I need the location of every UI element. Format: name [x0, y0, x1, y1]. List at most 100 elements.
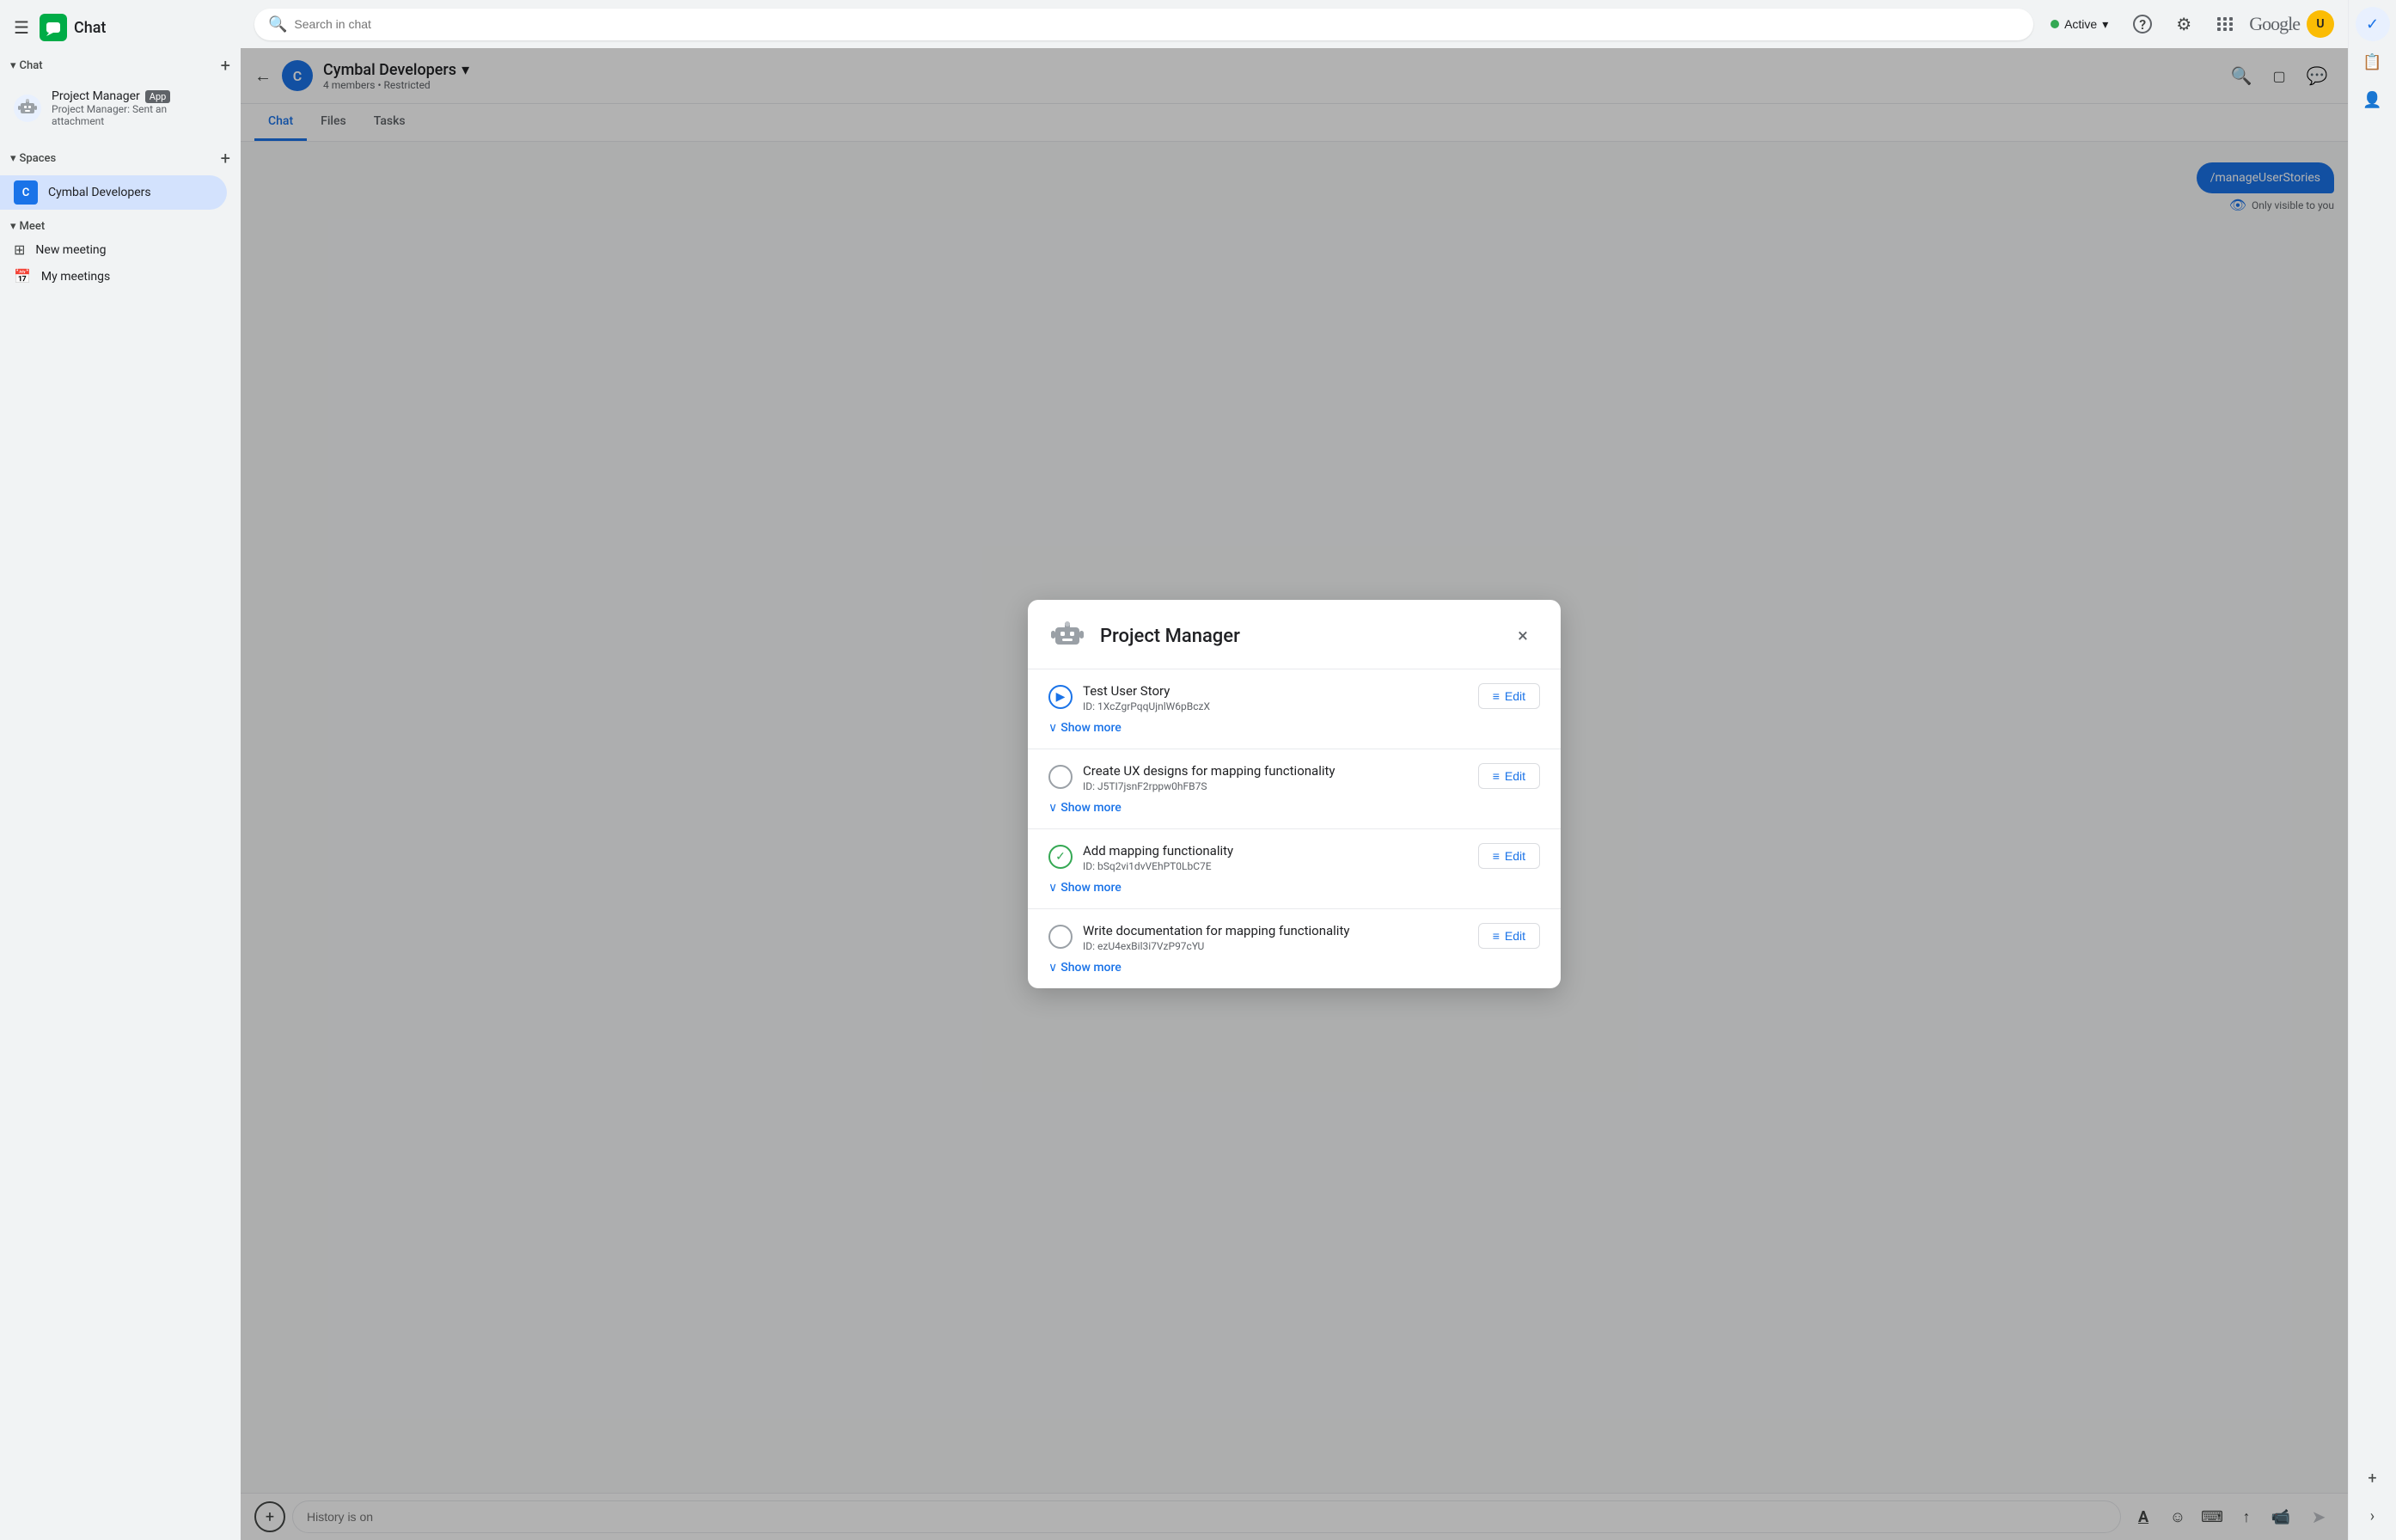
show-more-label-0: Show more — [1060, 721, 1122, 735]
right-chevron-button[interactable]: › — [2356, 1499, 2390, 1533]
edit-button-0[interactable]: ≡ Edit — [1478, 683, 1540, 709]
edit-lines-icon-2: ≡ — [1493, 849, 1500, 863]
robot-icon — [15, 96, 40, 120]
hamburger-icon[interactable]: ☰ — [14, 17, 29, 38]
chevron-down-icon-0: ∨ — [1048, 721, 1057, 735]
modal-close-button[interactable]: × — [1506, 619, 1540, 653]
meet-section-header[interactable]: ▾ Meet — [0, 217, 241, 236]
modal-item-header-1: Create UX designs for mapping functional… — [1048, 763, 1540, 792]
show-more-label-1: Show more — [1060, 801, 1122, 815]
modal-overlay: Project Manager × ▶ Test User Story ID: … — [241, 48, 2348, 1540]
edit-label-2: Edit — [1505, 849, 1525, 863]
status-chevron-icon: ▾ — [2102, 17, 2108, 32]
chat-area: ← C Cymbal Developers ▾ 4 members • Rest… — [241, 48, 2348, 1540]
show-more-0[interactable]: ∨ Show more — [1048, 721, 1540, 735]
edit-button-1[interactable]: ≡ Edit — [1478, 763, 1540, 789]
sidebar-item-cymbal-developers[interactable]: C Cymbal Developers — [0, 175, 227, 210]
right-people-icon[interactable]: 👤 — [2356, 82, 2390, 117]
spaces-section-header[interactable]: ▾ Spaces + — [0, 141, 241, 175]
show-more-label-3: Show more — [1060, 961, 1122, 975]
project-manager-name: Project Manager — [52, 89, 140, 103]
app-logo: Chat — [40, 14, 106, 41]
sidebar-item-project-manager[interactable]: Project Manager App Project Manager: Sen… — [0, 82, 227, 134]
modal-items: ▶ Test User Story ID: 1XcZgrPqqUjnlW6pBc… — [1028, 669, 1561, 988]
project-manager-avatar — [14, 95, 41, 122]
modal-header: Project Manager × — [1028, 600, 1561, 669]
modal-item-header-3: Write documentation for mapping function… — [1048, 923, 1540, 952]
apps-icon — [2217, 17, 2234, 31]
cymbal-avatar-text: C — [22, 186, 30, 199]
my-meetings-icon: 📅 — [14, 268, 31, 284]
add-chat-button[interactable]: + — [217, 52, 234, 79]
right-notes-icon[interactable]: 📋 — [2356, 45, 2390, 79]
add-space-button[interactable]: + — [217, 144, 234, 172]
show-more-3[interactable]: ∨ Show more — [1048, 961, 1540, 975]
app-title: Chat — [74, 19, 106, 37]
chat-section-label: ▾ Chat — [10, 59, 43, 72]
item-content-0: Test User Story ID: 1XcZgrPqqUjnlW6pBczX — [1083, 683, 1468, 712]
my-meetings-label: My meetings — [41, 270, 110, 284]
right-tasks-icon[interactable]: ✓ — [2356, 7, 2390, 41]
status-dot — [2051, 20, 2059, 28]
show-more-2[interactable]: ∨ Show more — [1048, 881, 1540, 895]
top-bar-actions: Active ▾ ? ⚙ — [2040, 7, 2334, 41]
close-icon: × — [1518, 626, 1528, 647]
right-add-button[interactable]: + — [2356, 1461, 2390, 1495]
spaces-section-label: ▾ Spaces — [10, 152, 56, 165]
top-bar: 🔍 Active ▾ ? ⚙ — [241, 0, 2348, 48]
search-input[interactable] — [294, 17, 2020, 31]
right-sidebar: ✓ 📋 👤 + › — [2348, 0, 2396, 1540]
chevron-down-icon-3: ∨ — [1048, 961, 1057, 975]
item-name-3: Write documentation for mapping function… — [1083, 923, 1468, 938]
sidebar: ☰ Chat ▾ Chat + — [0, 0, 241, 1540]
item-name-1: Create UX designs for mapping functional… — [1083, 763, 1468, 779]
item-id-1: ID: J5TI7jsnF2rppw0hFB7S — [1083, 780, 1468, 792]
status-button[interactable]: Active ▾ — [2040, 12, 2118, 37]
settings-button[interactable]: ⚙ — [2167, 7, 2201, 41]
item-status-icon-2: ✓ — [1048, 845, 1073, 869]
modal-title: Project Manager — [1100, 626, 1492, 647]
settings-icon: ⚙ — [2176, 14, 2191, 34]
chat-section-header[interactable]: ▾ Chat + — [0, 48, 241, 82]
help-button[interactable]: ? — [2125, 7, 2160, 41]
modal-item-header-2: ✓ Add mapping functionality ID: bSq2vi1d… — [1048, 843, 1540, 872]
right-chevron-icon: › — [2370, 1507, 2375, 1525]
chevron-down-icon: ▾ — [10, 59, 16, 72]
edit-label-3: Edit — [1505, 929, 1525, 943]
sidebar-item-my-meetings[interactable]: 📅 My meetings — [0, 263, 227, 290]
apps-button[interactable] — [2208, 7, 2242, 41]
modal-item-3: Write documentation for mapping function… — [1028, 908, 1561, 988]
modal-robot-icon — [1048, 617, 1086, 655]
user-avatar[interactable]: U — [2307, 10, 2334, 38]
people-icon: 👤 — [2362, 91, 2381, 109]
status-label: Active — [2064, 17, 2097, 31]
sidebar-item-new-meeting[interactable]: ⊞ New meeting — [0, 236, 227, 263]
show-more-label-2: Show more — [1060, 881, 1122, 895]
help-icon: ? — [2133, 15, 2152, 34]
search-container[interactable]: 🔍 — [254, 9, 2033, 40]
show-more-1[interactable]: ∨ Show more — [1048, 801, 1540, 815]
item-id-3: ID: ezU4exBil3i7VzP97cYU — [1083, 940, 1468, 952]
modal-item-0: ▶ Test User Story ID: 1XcZgrPqqUjnlW6pBc… — [1028, 669, 1561, 749]
google-logo: Google — [2249, 13, 2300, 35]
app-badge: App — [145, 90, 171, 103]
item-id-2: ID: bSq2vi1dvVEhPT0LbC7E — [1083, 860, 1468, 872]
item-content-2: Add mapping functionality ID: bSq2vi1dvV… — [1083, 843, 1468, 872]
item-name-0: Test User Story — [1083, 683, 1468, 699]
edit-button-2[interactable]: ≡ Edit — [1478, 843, 1540, 869]
item-content-3: Write documentation for mapping function… — [1083, 923, 1468, 952]
edit-lines-icon-1: ≡ — [1493, 769, 1500, 783]
item-status-icon-1 — [1048, 765, 1073, 789]
new-meeting-icon: ⊞ — [14, 241, 25, 258]
sidebar-header: ☰ Chat — [0, 7, 241, 48]
item-status-icon-3 — [1048, 925, 1073, 949]
cymbal-avatar: C — [14, 180, 38, 205]
project-manager-text: Project Manager App Project Manager: Sen… — [52, 89, 213, 127]
item-status-icon-0: ▶ — [1048, 685, 1073, 709]
status-symbol-0: ▶ — [1056, 690, 1066, 704]
edit-label-0: Edit — [1505, 689, 1525, 703]
chevron-down-icon-spaces: ▾ — [10, 152, 16, 165]
edit-button-3[interactable]: ≡ Edit — [1478, 923, 1540, 949]
project-manager-sub: Project Manager: Sent an attachment — [52, 103, 213, 127]
cymbal-name: Cymbal Developers — [48, 186, 151, 199]
